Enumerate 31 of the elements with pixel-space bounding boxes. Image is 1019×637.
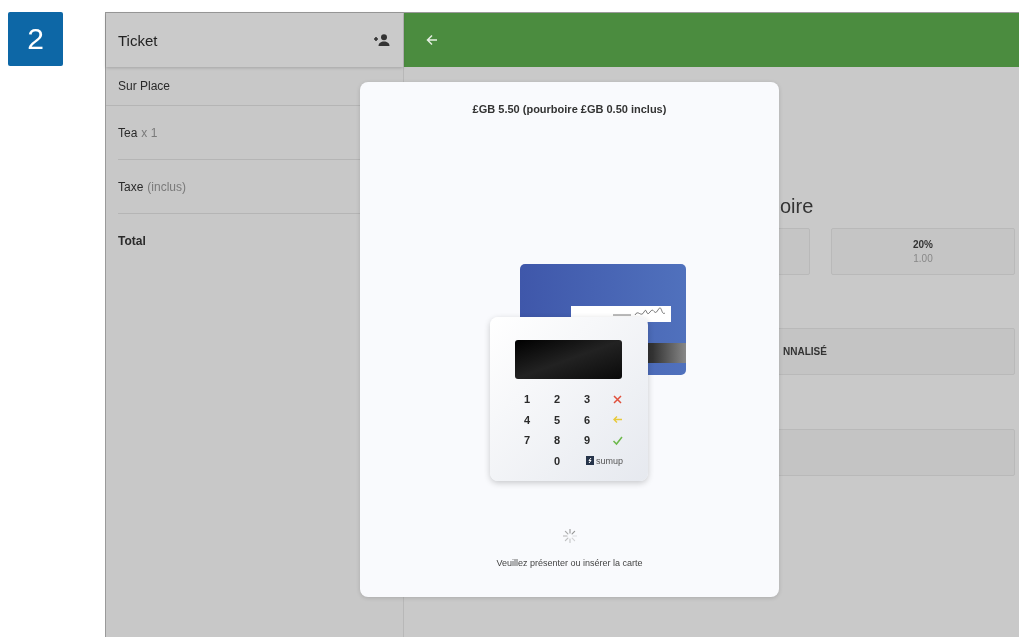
add-person-icon[interactable] — [373, 34, 391, 46]
key-label: 1 — [523, 393, 531, 406]
key-label: 0 — [553, 454, 561, 467]
instruction-text: Veuillez présenter ou insérer la carte — [495, 558, 644, 568]
key-label: 4 — [523, 413, 531, 426]
amount-text: £GB 5.50 (pourboire £GB 0.50 inclus) — [471, 103, 668, 115]
key-label: 7 — [523, 434, 531, 447]
left-arrow-icon — [611, 414, 623, 426]
panel-title: Ticket — [118, 31, 158, 49]
key-label: 3 — [583, 393, 591, 406]
cross-icon — [611, 393, 623, 405]
total-label: Total — [118, 234, 146, 248]
tip-amount: 1.00 — [913, 253, 933, 264]
key-label: 6 — [583, 413, 591, 426]
key-label: 5 — [553, 413, 561, 426]
check-icon — [611, 434, 623, 446]
line-item-label: Taxe — [118, 179, 144, 194]
section-heading: oire — [780, 195, 814, 218]
line-item-detail: x 1 — [141, 125, 158, 140]
step-badge: 2 — [8, 12, 63, 66]
line-item-label: Sur Place — [118, 79, 171, 93]
tip-percent: 20% — [913, 239, 933, 250]
key-label: 9 — [583, 434, 591, 447]
line-item-label: Tea — [118, 125, 138, 140]
back-arrow-icon[interactable] — [426, 34, 438, 46]
key-label: 2 — [553, 393, 561, 406]
logo-text: sumup — [596, 455, 623, 466]
line-item-detail: (inclus) — [147, 179, 187, 194]
tip-option-button[interactable]: 20% 1.00 — [831, 228, 1015, 275]
key-label: 8 — [553, 434, 561, 447]
logo-icon — [586, 456, 594, 466]
